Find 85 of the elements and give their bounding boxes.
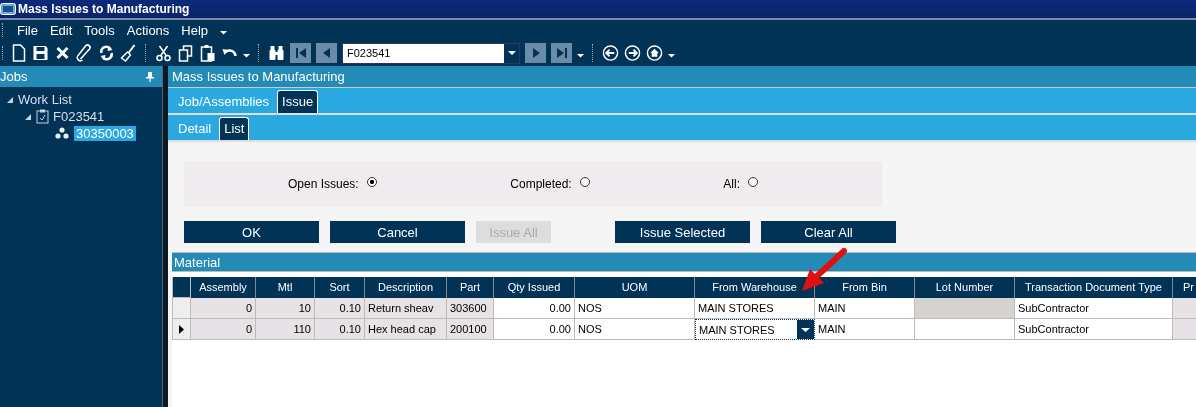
menu-item[interactable]: Actions <box>126 22 170 38</box>
paperclip-icon[interactable] <box>76 44 93 62</box>
action-button[interactable]: Clear All <box>761 221 896 243</box>
previous-record-button[interactable] <box>316 43 337 63</box>
table-cell: 0.00 <box>494 298 575 319</box>
tree-item[interactable]: Work List <box>18 92 72 107</box>
panel-title: Jobs <box>0 69 28 84</box>
radio-button[interactable] <box>579 177 590 187</box>
menu-item[interactable]: Edit <box>49 22 73 38</box>
dropdown-button[interactable] <box>797 320 814 339</box>
table-cell: Hex head cap <box>365 319 447 340</box>
action-button[interactable]: Issue Selected <box>615 221 750 243</box>
action-button[interactable]: OK <box>184 221 319 243</box>
table-cell: MAIN <box>815 319 915 340</box>
expander-icon[interactable] <box>6 95 14 104</box>
menu-item[interactable]: Help <box>181 22 209 38</box>
table-cell: SubContractor <box>1015 298 1173 319</box>
cut-icon[interactable] <box>155 44 172 62</box>
brush-icon[interactable] <box>120 44 137 62</box>
table-cell: 0.10 <box>315 319 365 340</box>
paste-icon[interactable] <box>199 44 216 62</box>
binoculars-icon[interactable] <box>268 44 285 62</box>
column-header[interactable]: From Warehouse <box>695 277 815 298</box>
clipboard-icon <box>36 109 49 124</box>
first-record-button[interactable] <box>290 43 311 63</box>
forward-icon[interactable] <box>624 44 641 62</box>
boxes-icon <box>54 127 70 140</box>
table-cell: MAIN STORES <box>695 298 815 319</box>
tab[interactable]: Issue <box>277 90 319 113</box>
refresh-icon[interactable] <box>98 44 115 62</box>
last-record-button[interactable] <box>551 43 572 63</box>
new-document-icon[interactable] <box>10 44 27 62</box>
current-row-icon <box>179 324 184 334</box>
tree-item[interactable]: F023541 <box>53 109 105 124</box>
column-header[interactable]: Mtl <box>256 277 315 298</box>
menu-item[interactable]: File <box>17 22 38 38</box>
caret-icon <box>507 50 516 56</box>
table-cell: 10 <box>256 298 315 319</box>
table-cell: SubContractor <box>1015 319 1173 340</box>
skip-forward-icon <box>554 46 569 60</box>
action-button[interactable]: Cancel <box>330 221 465 243</box>
table-cell: NOS <box>575 319 695 340</box>
column-header[interactable]: Transaction Document Type <box>1015 277 1173 298</box>
app-icon <box>0 2 16 16</box>
column-header[interactable]: Sort <box>315 277 365 298</box>
radio-label: Completed: <box>510 177 572 191</box>
save-icon[interactable] <box>32 44 49 62</box>
column-header[interactable]: Pr <box>1173 277 1196 298</box>
skip-back-icon <box>293 46 308 60</box>
column-header[interactable]: UOM <box>575 277 695 298</box>
radio-button[interactable] <box>748 177 758 187</box>
form-title: Mass Issues to Manufacturing <box>172 69 345 84</box>
column-header[interactable]: Lot Number <box>915 277 1015 298</box>
warehouse-dropdown[interactable]: MAIN STORES <box>695 319 815 340</box>
table-cell: 200100 <box>447 319 494 340</box>
back-icon[interactable] <box>602 44 619 62</box>
record-dropdown[interactable]: F023541 <box>342 42 520 64</box>
radio-label: Open Issues: <box>288 177 359 191</box>
column-header[interactable]: Part <box>447 277 494 298</box>
section-title: Material <box>174 254 221 270</box>
table-cell: Return sheav <box>365 298 447 319</box>
delete-icon[interactable] <box>54 44 71 62</box>
column-header[interactable]: Qty Issued <box>494 277 575 298</box>
radio-label: All: <box>723 177 740 191</box>
table-cell: 303600 <box>447 298 494 319</box>
row-selector[interactable] <box>172 319 191 340</box>
window-title: Mass Issues to Manufacturing <box>18 2 190 16</box>
column-header[interactable]: From Bin <box>815 277 915 298</box>
tab[interactable]: List <box>219 117 250 140</box>
table-cell: 0 <box>191 319 256 340</box>
table-cell: 0.10 <box>315 298 365 319</box>
table-cell: 0.00 <box>494 319 575 340</box>
home-icon[interactable] <box>646 44 663 62</box>
column-header[interactable]: Description <box>365 277 447 298</box>
table-cell: 0 <box>191 298 256 319</box>
copy-icon[interactable] <box>177 44 194 62</box>
pin-icon[interactable] <box>146 71 154 82</box>
next-record-button[interactable] <box>525 43 546 63</box>
column-header[interactable]: Assembly <box>191 277 256 298</box>
table-cell: 110 <box>256 319 315 340</box>
radio-button[interactable] <box>366 177 377 187</box>
table-cell: MAIN <box>815 298 915 319</box>
table-cell: NOS <box>575 298 695 319</box>
expander-icon[interactable] <box>24 112 32 121</box>
menu-item[interactable]: Tools <box>84 22 115 38</box>
